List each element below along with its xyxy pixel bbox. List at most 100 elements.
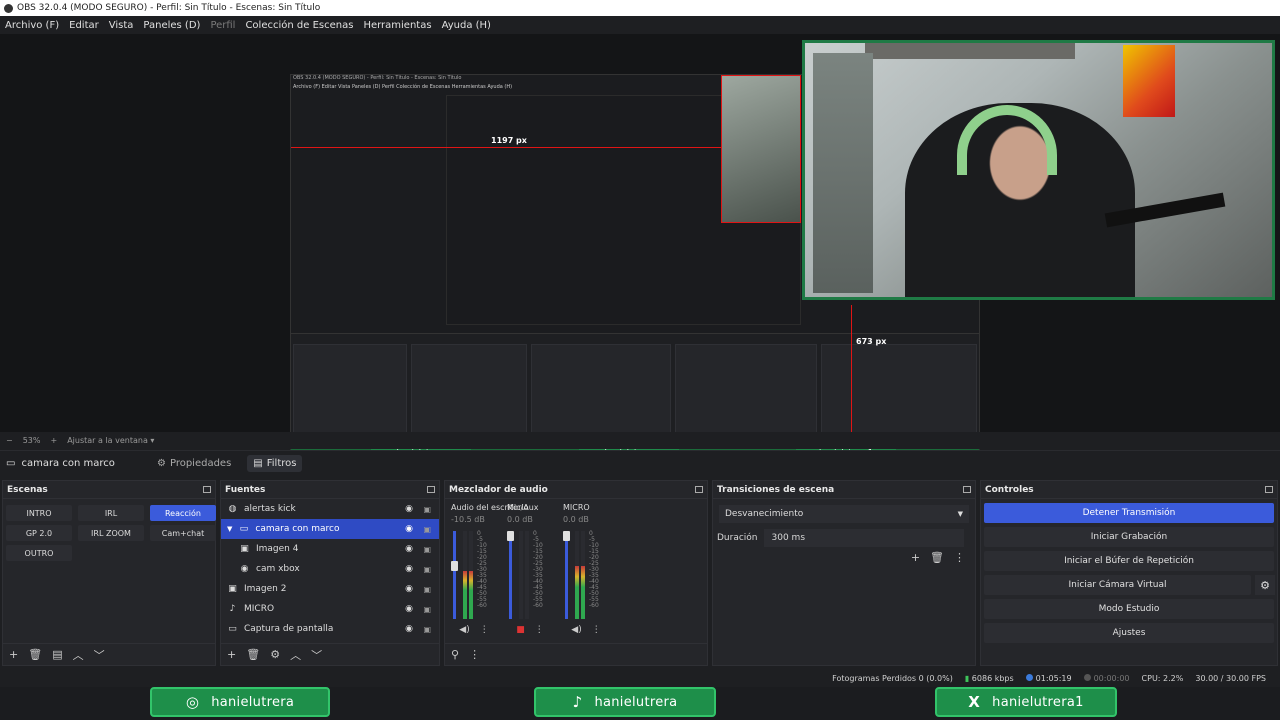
- scene-button[interactable]: GP 2.0: [6, 525, 72, 541]
- menu-item-paneles-d-[interactable]: Paneles (D): [138, 20, 205, 31]
- lock-icon[interactable]: ▣: [423, 565, 431, 574]
- more-icon[interactable]: ⋮: [592, 625, 601, 635]
- control-button[interactable]: Detener Transmisión: [984, 503, 1274, 523]
- transition-tools: + 🗑 ⋮: [911, 551, 965, 564]
- remove-scene-button[interactable]: 🗑: [28, 648, 42, 661]
- fit-window-select[interactable]: Ajustar a la ventana ▾: [67, 436, 154, 445]
- add-transition-button[interactable]: +: [911, 551, 920, 564]
- source-row[interactable]: ▼ ▭ camara con marco ◉ ▣: [221, 519, 439, 539]
- more-icon[interactable]: ⋮: [954, 551, 965, 564]
- muted-speaker-icon[interactable]: ■: [516, 625, 525, 635]
- lock-icon[interactable]: ▣: [423, 525, 431, 534]
- menu-item-vista[interactable]: Vista: [104, 20, 139, 31]
- scene-button[interactable]: IRL ZOOM: [78, 525, 144, 541]
- channel-name: Audio del escritorio: [451, 503, 529, 512]
- volume-fader[interactable]: [563, 531, 570, 619]
- menu-bar: Archivo (F) Editar Vista Paneles (D) Perfil C…: [0, 16, 1280, 34]
- source-row[interactable]: ◉ cam xbox ◉ ▣: [221, 559, 439, 579]
- move-up-button[interactable]: ︿: [290, 647, 301, 663]
- control-button[interactable]: Modo Estudio: [984, 599, 1274, 619]
- scene-button[interactable]: Cam+chat: [150, 525, 216, 541]
- scene-button[interactable]: INTRO: [6, 505, 72, 521]
- zoom-out-button[interactable]: −: [6, 436, 13, 445]
- nested-menu: Archivo (F) Editar Vista Paneles (D) Per…: [293, 84, 513, 90]
- preview-canvas[interactable]: OBS 32.0.4 (MODO SEGURO) - Perfil: Sin T…: [0, 34, 1280, 462]
- move-down-button[interactable]: ﹀: [94, 647, 105, 663]
- source-row[interactable]: ▭ Captura de pantalla ◉ ▣: [221, 619, 439, 639]
- scene-filters-button[interactable]: ▤: [52, 648, 62, 661]
- record-icon: [1083, 673, 1091, 681]
- move-up-button[interactable]: ︿: [73, 647, 84, 663]
- stream-icon: [1025, 673, 1033, 681]
- social-badge-instagram: ◎ hanielutrera: [150, 687, 330, 717]
- move-down-button[interactable]: ﹀: [311, 647, 322, 663]
- mixer-title: Mezclador de audio: [449, 484, 548, 495]
- more-icon[interactable]: ⋮: [480, 625, 489, 635]
- visibility-eye-icon[interactable]: ◉: [405, 504, 413, 514]
- lock-icon[interactable]: ▣: [423, 625, 431, 634]
- menu-item-perfil[interactable]: Perfil: [205, 20, 240, 31]
- visibility-eye-icon[interactable]: ◉: [405, 624, 413, 634]
- source-row[interactable]: ▣ Imagen 4 ◉ ▣: [221, 539, 439, 559]
- scene-button[interactable]: Reacción: [150, 505, 216, 521]
- lock-icon[interactable]: ▣: [423, 585, 431, 594]
- add-source-button[interactable]: +: [227, 648, 236, 661]
- add-scene-button[interactable]: +: [9, 648, 18, 661]
- menu-item-herramientas[interactable]: Herramientas: [358, 20, 436, 31]
- sources-toolbar: + 🗑 ⚙ ︿ ﹀: [221, 643, 439, 665]
- source-row[interactable]: ◍ alertas kick ◉ ▣: [221, 499, 439, 519]
- transition-select[interactable]: Desvanecimiento ▼: [719, 505, 969, 523]
- undock-icon[interactable]: [203, 486, 211, 493]
- menu-item-editar[interactable]: Editar: [64, 20, 104, 31]
- lock-icon[interactable]: ▣: [423, 505, 431, 514]
- remove-transition-button[interactable]: 🗑: [930, 551, 944, 564]
- menu-item-ayuda-h-[interactable]: Ayuda (H): [437, 20, 496, 31]
- duration-input[interactable]: 300 ms: [763, 529, 964, 547]
- meter-scale: 0 -5 -10 -15 -20 -25 -30 -35 -40 -45 -50 -55 -60: [589, 530, 599, 609]
- visibility-eye-icon[interactable]: ◉: [405, 604, 413, 614]
- undock-icon[interactable]: [695, 486, 703, 493]
- menu-item-colecci-n-de-escenas[interactable]: Colección de Escenas: [240, 20, 358, 31]
- lock-icon[interactable]: ▣: [423, 605, 431, 614]
- visibility-eye-icon[interactable]: ◉: [405, 584, 413, 594]
- level-meter: [575, 531, 579, 619]
- control-button[interactable]: Iniciar Cámara Virtual ⚙: [984, 575, 1275, 595]
- channel-db: 0.0 dB: [563, 515, 589, 524]
- speaker-icon[interactable]: ◀): [459, 625, 469, 635]
- menu-item-archivo-f-[interactable]: Archivo (F): [0, 20, 64, 31]
- scene-button[interactable]: IRL: [78, 505, 144, 521]
- control-button[interactable]: Iniciar Grabación: [984, 527, 1274, 547]
- filters-button[interactable]: ▤ Filtros: [247, 455, 303, 472]
- control-button[interactable]: Iniciar el Búfer de Repetición: [984, 551, 1274, 571]
- visibility-eye-icon[interactable]: ◉: [405, 524, 413, 534]
- properties-button[interactable]: ⚙ Propiedades: [151, 455, 237, 472]
- lock-icon[interactable]: ▣: [423, 545, 431, 554]
- sources-title: Fuentes: [225, 484, 266, 495]
- gear-icon[interactable]: ⚙: [1253, 575, 1275, 595]
- scene-button[interactable]: OUTRO: [6, 545, 72, 561]
- source-row[interactable]: ▣ Imagen 2 ◉ ▣: [221, 579, 439, 599]
- sources-list: ◍ alertas kick ◉ ▣ ▼ ▭ camara con marco ◉ ▣ ▣ Imag…: [221, 499, 439, 639]
- more-icon[interactable]: ⋮: [469, 648, 480, 661]
- undock-icon[interactable]: [1265, 486, 1273, 493]
- webcam-feed: [802, 40, 1275, 300]
- more-icon[interactable]: ⋮: [535, 625, 544, 635]
- source-properties-button[interactable]: ⚙: [270, 648, 280, 661]
- scenes-dock: Escenas INTRO IRL Reacción GP 2.0 IRL ZOOM Ca…: [2, 480, 216, 666]
- undock-icon[interactable]: [963, 486, 971, 493]
- zoom-in-button[interactable]: +: [50, 436, 57, 445]
- context-bar: ▭ camara con marco ⚙ Propiedades ▤ Filtros: [0, 450, 1280, 476]
- volume-fader[interactable]: [451, 531, 458, 619]
- control-button[interactable]: Ajustes: [984, 623, 1274, 643]
- expand-icon[interactable]: ▼: [227, 525, 232, 533]
- remove-source-button[interactable]: 🗑: [246, 648, 260, 661]
- visibility-eye-icon[interactable]: ◉: [405, 544, 413, 554]
- speaker-icon[interactable]: ◀): [571, 625, 581, 635]
- undock-icon[interactable]: [427, 486, 435, 493]
- link-icon[interactable]: ⚲: [451, 648, 459, 661]
- controls-list: Detener Transmisión Iniciar Grabación Inic…: [981, 503, 1277, 643]
- visibility-eye-icon[interactable]: ◉: [405, 564, 413, 574]
- volume-fader[interactable]: [507, 531, 514, 619]
- measure-line-h: [291, 147, 721, 148]
- source-row[interactable]: ♪ MICRO ◉ ▣: [221, 599, 439, 619]
